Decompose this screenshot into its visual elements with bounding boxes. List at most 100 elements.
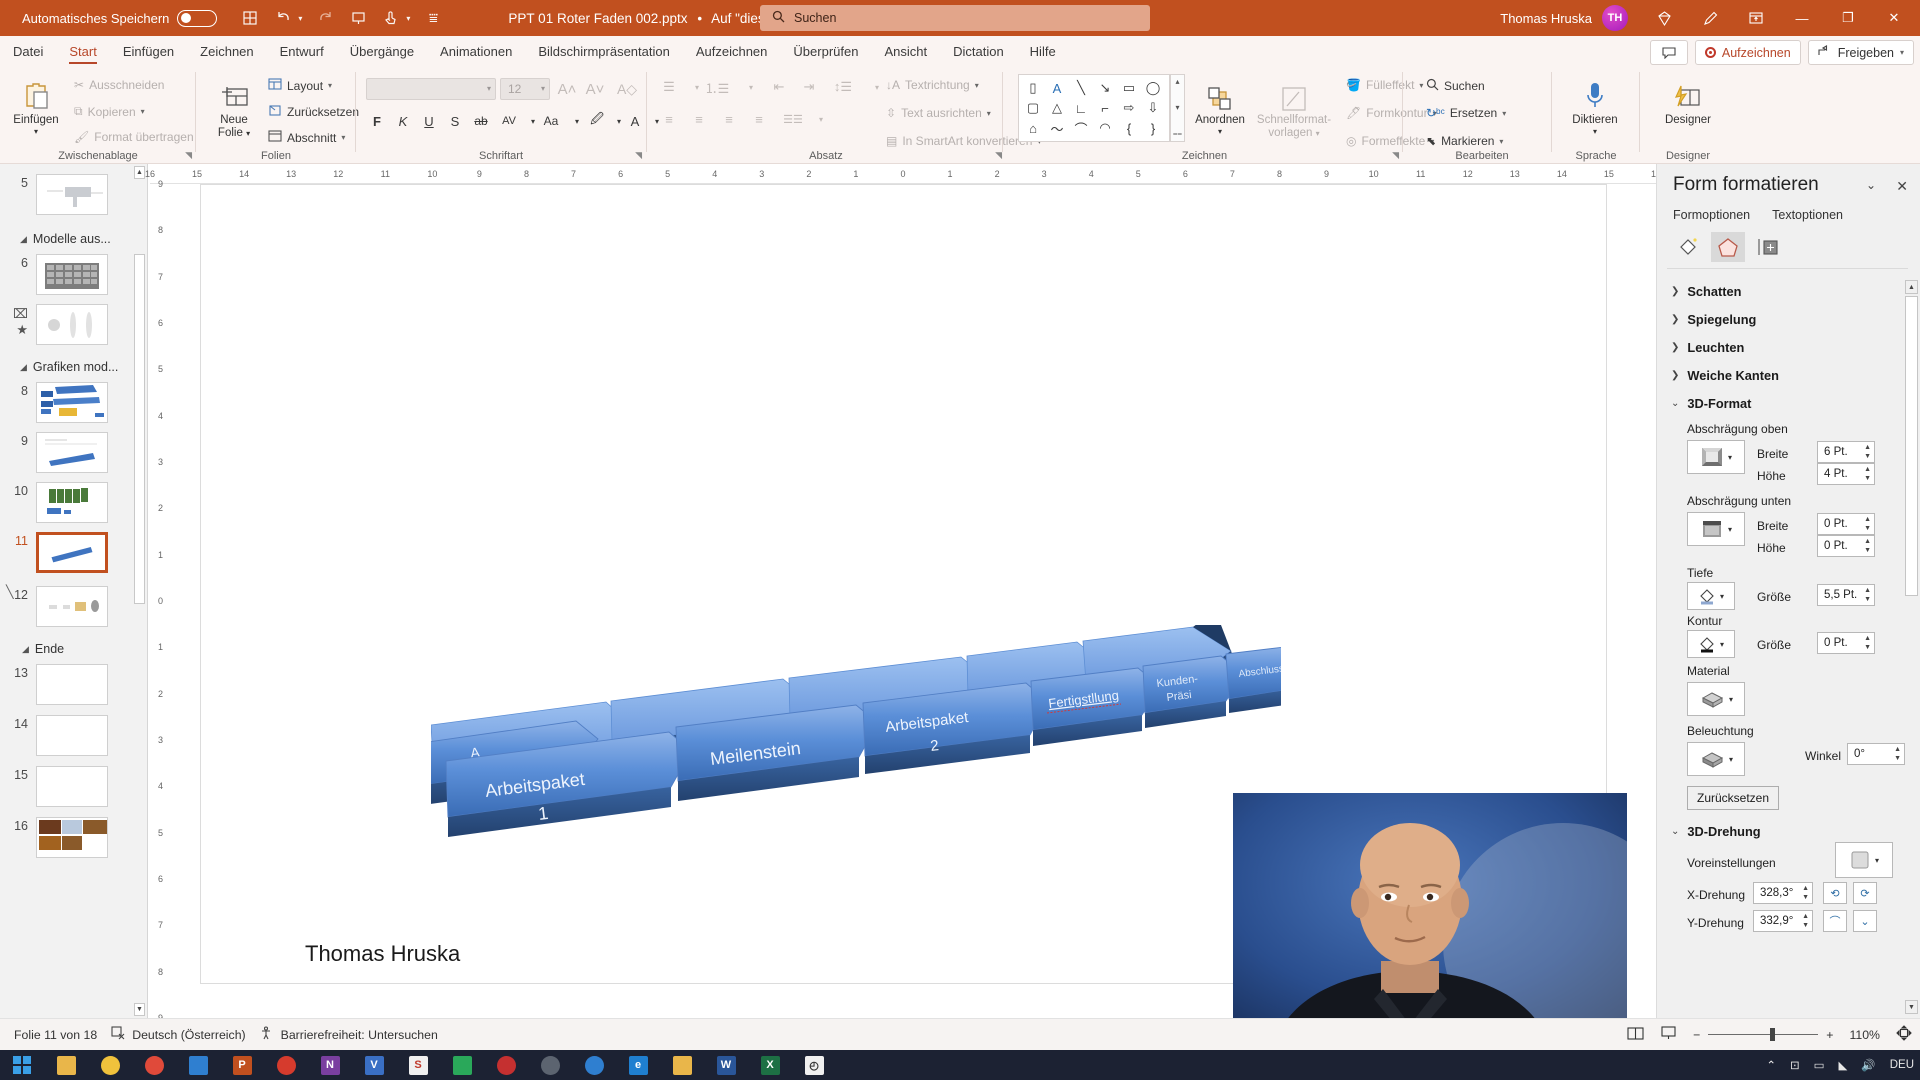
underline-button[interactable]: U <box>416 110 442 132</box>
material-picker[interactable]: ▾ <box>1687 682 1745 716</box>
reset-button[interactable]: Zurücksetzen <box>268 104 359 119</box>
shape-folded-corner-icon[interactable]: ⌂ <box>1021 118 1045 138</box>
autosave-switch[interactable] <box>177 9 218 27</box>
dictate-chevron-down-icon[interactable]: ▾ <box>1593 127 1597 136</box>
reset-3d-button[interactable]: Zurücksetzen <box>1687 786 1780 810</box>
section-header[interactable]: ◢ Grafiken mod... <box>20 360 118 374</box>
webcam-video-overlay[interactable] <box>1233 793 1627 1048</box>
section-3d-format[interactable]: ⌄ 3D-Format <box>1671 396 1751 411</box>
slide-author-text[interactable]: Thomas Hruska <box>305 941 460 967</box>
x-rotation-input[interactable]: 328,3° ▲ ▼ <box>1753 882 1813 904</box>
tab-dictation[interactable]: Dictation <box>940 38 1017 66</box>
pentagon-effects-icon[interactable] <box>1711 232 1745 262</box>
tab-shape-options[interactable]: Formoptionen <box>1673 208 1750 222</box>
section-leuchten[interactable]: ❯ Leuchten <box>1671 340 1744 355</box>
chevron-down-icon[interactable]: ▾ <box>1729 755 1733 764</box>
teams-icon[interactable] <box>572 1050 616 1080</box>
clipboard-dialog-launcher[interactable]: ◥ <box>185 150 192 161</box>
clear-formatting-icon[interactable]: A◇ <box>614 78 640 100</box>
change-case-button[interactable]: Aa <box>538 110 564 132</box>
bold-button[interactable]: F <box>364 110 390 132</box>
drawing-dialog-launcher[interactable]: ◥ <box>1392 150 1399 161</box>
text-direction-button[interactable]: ↓A Textrichtung ▾ <box>886 78 979 92</box>
format-painter-button[interactable]: 🖌 Format übertragen <box>74 130 194 144</box>
accessibility-status[interactable]: Barrierefreiheit: Untersuchen <box>260 1026 438 1043</box>
list-item[interactable]: 12 ╲ <box>0 585 108 627</box>
align-text-button[interactable]: ⇳ Text ausrichten ▾ <box>886 106 991 120</box>
scroll-up-icon[interactable]: ▲ <box>134 166 145 179</box>
shape-right-brace-icon[interactable]: } <box>1141 118 1165 138</box>
rotate-x-left-button[interactable]: ⟲ <box>1823 882 1847 904</box>
tab-einfuegen[interactable]: Einfügen <box>110 38 187 66</box>
customize-toolbar-icon[interactable]: ⩸ <box>418 4 448 32</box>
pen-icon[interactable] <box>1688 1 1732 35</box>
paste-chevron-down-icon[interactable]: ▾ <box>34 127 38 136</box>
scrollbar-thumb[interactable] <box>134 254 145 604</box>
thumbnail[interactable] <box>36 382 108 423</box>
shapes-gallery[interactable]: ▯ A ╲ ↘ ▭ ◯ ▢ △ ∟ ⌐ ⇨ ⇩ ⌂ 〜 ⌒ ◠ { } <box>1018 74 1170 142</box>
opera-icon[interactable] <box>484 1050 528 1080</box>
rotate-y-up-button[interactable]: ⌒ <box>1823 910 1847 932</box>
tab-text-options[interactable]: Textoptionen <box>1772 208 1843 222</box>
vegas-icon[interactable]: V <box>352 1050 396 1080</box>
section-3d-drehung[interactable]: ⌄ 3D-Drehung <box>1671 824 1761 839</box>
chevron-right-icon[interactable]: ❯ <box>1671 370 1679 381</box>
tab-animationen[interactable]: Animationen <box>427 38 525 66</box>
scrollbar-thumb[interactable] <box>1905 296 1918 596</box>
bevel-bottom-height-input[interactable]: 0 Pt. ▲ ▼ <box>1817 535 1875 557</box>
thumbnail-scrollbar[interactable]: ▲ ▼ <box>134 166 145 1016</box>
word-icon[interactable]: W <box>704 1050 748 1080</box>
bevel-top-height-input[interactable]: 4 Pt. ▲ ▼ <box>1817 463 1875 485</box>
avatar[interactable]: TH <box>1602 5 1628 31</box>
stepper-arrows[interactable]: ▲ ▼ <box>1864 634 1871 652</box>
onenote-icon[interactable]: N <box>308 1050 352 1080</box>
depth-color-picker[interactable]: ▾ <box>1687 582 1735 610</box>
select-chevron-down-icon[interactable]: ▾ <box>1499 137 1503 146</box>
font-size-chevron-down-icon[interactable]: ▾ <box>541 84 545 93</box>
shape-down-arrow-icon[interactable]: ⇩ <box>1141 98 1165 118</box>
diamond-icon[interactable] <box>1642 1 1686 35</box>
redo-icon[interactable] <box>310 4 340 32</box>
contour-size-input[interactable]: 0 Pt. ▲ ▼ <box>1817 632 1875 654</box>
bevel-top-width-input[interactable]: 6 Pt. ▲ ▼ <box>1817 441 1875 463</box>
thumbnail[interactable] <box>36 715 108 756</box>
tab-ansicht[interactable]: Ansicht <box>871 38 940 66</box>
angle-input[interactable]: 0° ▲ ▼ <box>1847 743 1905 765</box>
list-item[interactable]: 8 <box>0 382 108 423</box>
section-schatten[interactable]: ❯ Schatten <box>1671 284 1741 299</box>
section-spiegelung[interactable]: ❯ Spiegelung <box>1671 312 1756 327</box>
powerpoint-icon[interactable]: P <box>220 1050 264 1080</box>
list-item[interactable]: ⌧ ★ <box>0 304 108 345</box>
chevron-down-icon[interactable]: ⌄ <box>1671 398 1679 409</box>
shape-block-arrow-icon[interactable]: ⇨ <box>1117 98 1141 118</box>
tab-start[interactable]: Start <box>56 38 109 66</box>
camtasia-icon[interactable] <box>440 1050 484 1080</box>
touch-dropdown-icon[interactable]: ▾ <box>401 4 415 32</box>
shape-rounded-rect-icon[interactable]: ▢ <box>1021 98 1045 118</box>
bevel-bottom-picker[interactable]: ▾ <box>1687 512 1745 546</box>
copy-chevron-down-icon[interactable]: ▾ <box>141 107 145 116</box>
chevron-right-icon[interactable]: ❯ <box>1671 314 1679 325</box>
zoom-track[interactable] <box>1708 1027 1819 1041</box>
cut-button[interactable]: ✂ Ausschneiden <box>74 78 164 92</box>
scroll-up-icon[interactable]: ▲ <box>1905 280 1918 294</box>
italic-button[interactable]: K <box>390 110 416 132</box>
columns-icon[interactable]: ☰☰ <box>780 108 806 130</box>
arrange-chevron-down-icon[interactable]: ▾ <box>1218 127 1222 136</box>
list-item[interactable]: 6 <box>0 254 108 295</box>
clock-icon[interactable]: ◴ <box>792 1050 836 1080</box>
zoom-level[interactable]: 110% <box>1849 1028 1880 1042</box>
show-hidden-icons[interactable]: ⌃ <box>1766 1058 1776 1072</box>
notes-icon[interactable] <box>1627 1026 1644 1044</box>
list-item[interactable]: 13 <box>0 664 108 705</box>
windows-start-icon[interactable] <box>0 1050 44 1080</box>
scroll-down-icon[interactable]: ▼ <box>1905 1000 1918 1014</box>
list-item[interactable]: 10 <box>0 482 108 523</box>
line-spacing-icon[interactable]: ↕☰ <box>830 76 856 98</box>
y-rotation-input[interactable]: 332,9° ▲ ▼ <box>1753 910 1813 932</box>
shape-elbow-icon[interactable]: ∟ <box>1069 98 1093 118</box>
designer-button[interactable]: Designer <box>1656 74 1720 127</box>
bullets-icon[interactable]: ☰ <box>656 76 682 98</box>
align-left-icon[interactable]: ≡ <box>656 108 682 130</box>
shape-arc-icon[interactable]: ◠ <box>1093 118 1117 138</box>
